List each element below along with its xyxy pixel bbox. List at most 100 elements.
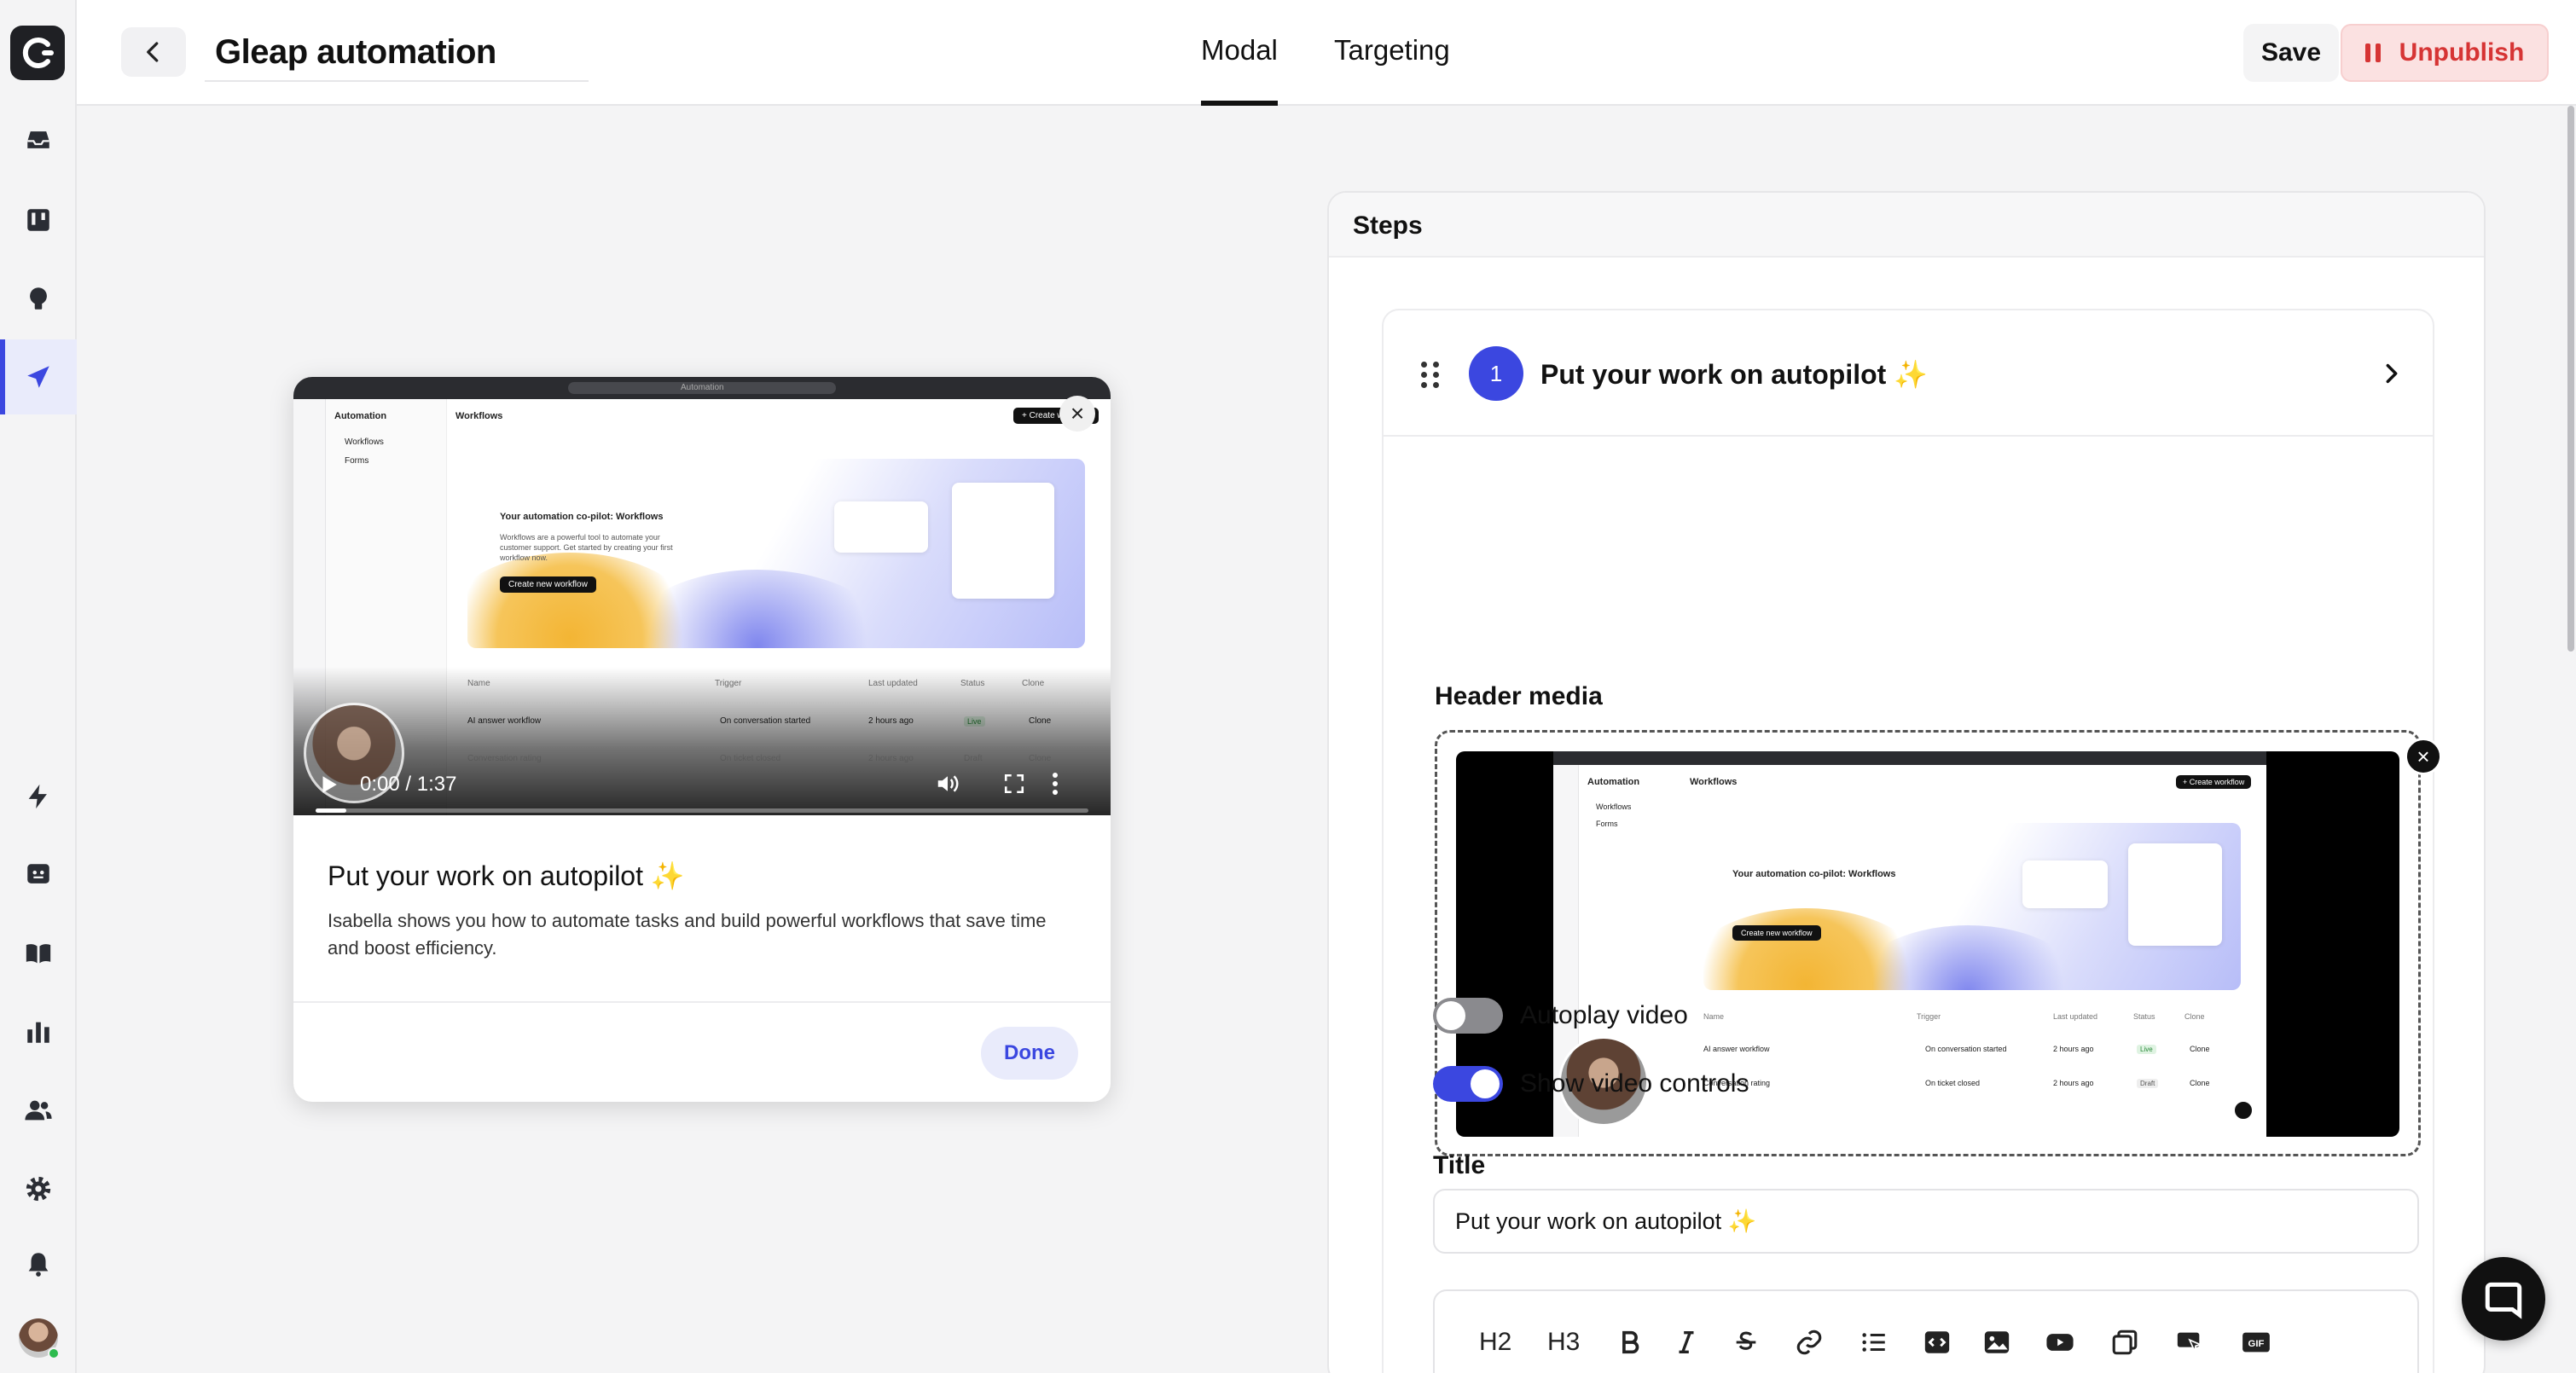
play-icon[interactable]: [317, 773, 339, 797]
online-status-dot: [48, 1347, 60, 1359]
step-header[interactable]: 1 Put your work on autopilot ✨: [1384, 310, 2433, 437]
media-row-status: Live: [2137, 1045, 2156, 1054]
kanban-icon: [27, 209, 49, 231]
code-block-button[interactable]: [1923, 1325, 1952, 1359]
close-icon: ×: [1070, 400, 1085, 426]
video-progress-fill: [316, 808, 346, 813]
video-hero-card: [952, 483, 1054, 599]
fullscreen-icon[interactable]: [1003, 773, 1025, 795]
title-input[interactable]: Put your work on autopilot ✨: [1433, 1189, 2419, 1254]
bell-icon: [28, 1253, 49, 1277]
video-time: 0:00 / 1:37: [360, 773, 457, 796]
volume-icon[interactable]: [935, 771, 960, 797]
strikethrough-button[interactable]: [1732, 1325, 1761, 1359]
youtube-button[interactable]: [2045, 1325, 2074, 1359]
sidebar: [0, 0, 77, 1373]
support-chat-button[interactable]: [2462, 1257, 2545, 1341]
video-hero-body: Workflows are a powerful tool to automat…: [500, 533, 673, 562]
gif-button[interactable]: GIF: [2242, 1325, 2271, 1359]
media-nav-forms: Forms: [1596, 820, 1618, 828]
sidebar-item-outbound[interactable]: [0, 339, 77, 414]
done-button[interactable]: Done: [981, 1027, 1078, 1080]
sidebar-item-contacts[interactable]: [0, 1073, 77, 1148]
page-scrollbar[interactable]: [2566, 106, 2576, 1373]
scrollbar-thumb[interactable]: [2567, 106, 2574, 652]
media-hero-title: Your automation co-pilot: Workflows: [1732, 869, 1896, 879]
video-player[interactable]: Automation Automation Workflows Forms Wo…: [293, 377, 1111, 815]
svg-text:GIF: GIF: [2248, 1339, 2265, 1349]
media-nav-workflows: Workflows: [1596, 802, 1632, 811]
video-app-label: Automation: [334, 411, 387, 421]
gleap-logo[interactable]: [10, 26, 65, 80]
sidebar-item-settings[interactable]: [0, 1151, 77, 1226]
media-col-status: Status: [2133, 1012, 2155, 1021]
h3-button[interactable]: H3: [1547, 1325, 1580, 1359]
toggle-knob: [1436, 1001, 1465, 1030]
media-row-name: AI answer workflow: [1703, 1045, 1770, 1053]
unpublish-label: Unpublish: [2399, 38, 2525, 67]
pause-icon: [2364, 43, 2381, 62]
gleap-logo-icon: [22, 38, 54, 68]
book-icon: [26, 944, 51, 964]
title-label: Title: [1433, 1151, 1486, 1179]
cta-button[interactable]: [2175, 1325, 2204, 1359]
link-icon: [1796, 1330, 1822, 1355]
steps-title: Steps: [1353, 211, 1423, 240]
modal-close-button[interactable]: ×: [1059, 396, 1095, 432]
sidebar-item-bot[interactable]: [0, 837, 77, 912]
bar-chart-icon: [27, 1022, 49, 1043]
video-nav-workflows: Workflows: [345, 437, 384, 447]
list-icon: [1862, 1333, 1885, 1352]
automation-name-input[interactable]: Gleap automation: [205, 24, 589, 82]
more-vertical-icon[interactable]: [1049, 771, 1061, 797]
remove-media-button[interactable]: ×: [2405, 738, 2442, 775]
close-icon: ×: [2416, 743, 2430, 769]
sidebar-item-ideas[interactable]: [0, 261, 77, 336]
link-button[interactable]: [1795, 1325, 1824, 1359]
user-avatar[interactable]: [19, 1318, 60, 1359]
tab-modal[interactable]: Modal: [1201, 34, 1278, 106]
code-icon: [1924, 1331, 1950, 1353]
italic-icon: [1679, 1330, 1694, 1354]
media-row-clone: Clone: [2190, 1079, 2210, 1087]
show-controls-toggle[interactable]: [1433, 1066, 1503, 1102]
sidebar-item-kanban[interactable]: [0, 182, 77, 258]
strikethrough-icon: [1736, 1331, 1756, 1350]
bold-icon: [1622, 1330, 1639, 1354]
video-progress-bar[interactable]: [316, 808, 1088, 813]
chevron-right-icon[interactable]: [2380, 362, 2404, 385]
media-row-status: Draft: [2137, 1079, 2159, 1088]
youtube-icon: [2046, 1334, 2074, 1351]
drag-handle-icon[interactable]: [1421, 362, 1440, 388]
autoplay-toggle[interactable]: [1433, 998, 1503, 1034]
sidebar-item-inbox[interactable]: [0, 102, 77, 177]
chevron-left-icon: [147, 42, 159, 62]
embed-button[interactable]: [2110, 1325, 2139, 1359]
sidebar-item-automation[interactable]: [0, 759, 77, 834]
unpublish-button[interactable]: Unpublish: [2341, 24, 2549, 82]
h2-button[interactable]: H2: [1479, 1325, 1511, 1359]
stop-icon[interactable]: [2232, 1099, 2254, 1121]
image-button[interactable]: [1982, 1325, 2011, 1359]
media-row-clone: Clone: [2190, 1045, 2210, 1053]
media-row-updated: 2 hours ago: [2053, 1045, 2094, 1053]
sidebar-item-reports[interactable]: [0, 994, 77, 1069]
italic-button[interactable]: [1672, 1325, 1701, 1359]
video-controls: 0:00 / 1:37: [293, 752, 1111, 815]
sidebar-item-notifications[interactable]: [0, 1226, 77, 1301]
save-button[interactable]: Save: [2243, 24, 2339, 82]
sidebar-item-knowledge[interactable]: [0, 916, 77, 991]
show-controls-label: Show video controls: [1520, 1069, 1749, 1098]
tab-targeting[interactable]: Targeting: [1334, 34, 1450, 106]
step-name: Put your work on autopilot ✨: [1540, 359, 1929, 390]
bold-button[interactable]: [1616, 1325, 1645, 1359]
media-col-trigger: Trigger: [1917, 1012, 1941, 1021]
users-icon: [25, 1100, 52, 1121]
back-button[interactable]: [121, 27, 186, 77]
bullet-list-button[interactable]: [1859, 1325, 1888, 1359]
media-app-label: Automation: [1587, 777, 1640, 787]
copy-icon: [2112, 1330, 2138, 1355]
chat-bubble-icon: [2485, 1282, 2522, 1319]
inbox-icon: [27, 131, 49, 148]
modal-title: Put your work on autopilot ✨: [328, 860, 685, 891]
